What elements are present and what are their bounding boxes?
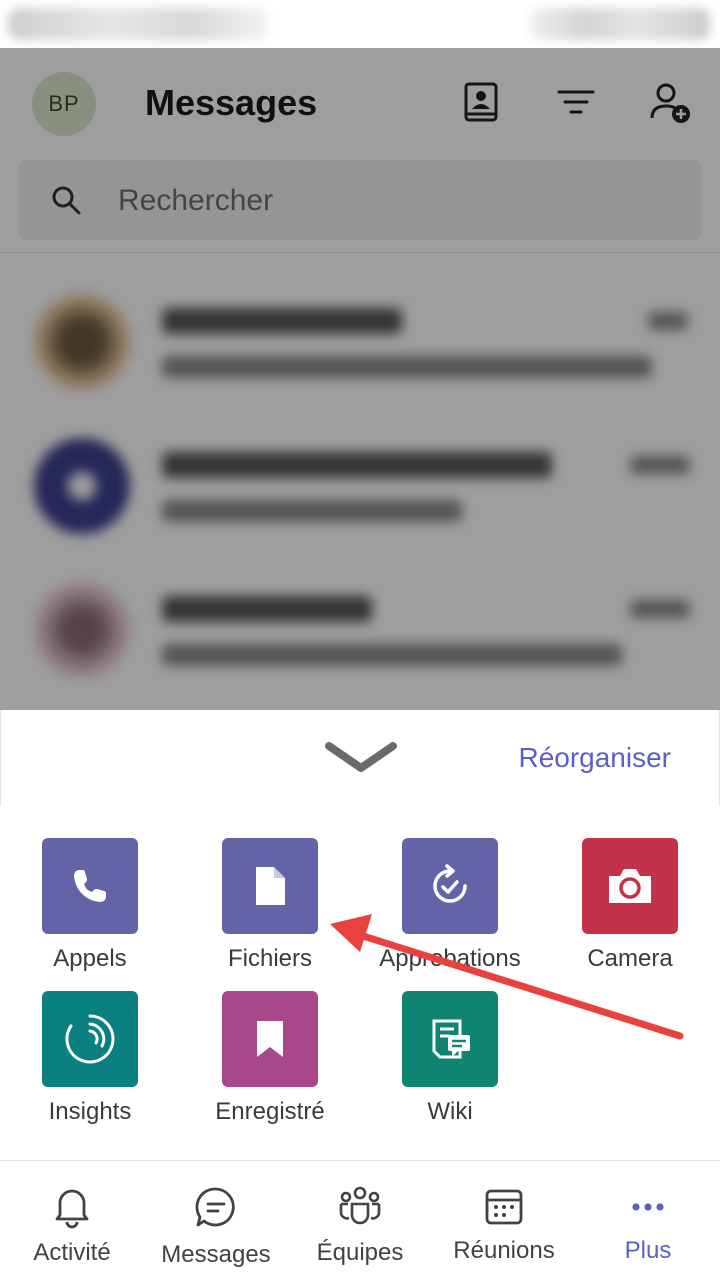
chat-avatar — [34, 582, 130, 678]
bell-icon — [55, 1189, 89, 1229]
chat-preview-blurred — [162, 356, 652, 378]
chat-icon — [195, 1187, 235, 1227]
divider — [0, 252, 720, 253]
more-apps-sheet: Réorganiser Appels Fichiers Approbations… — [0, 710, 720, 1160]
app-tile-appels[interactable]: Appels — [0, 838, 180, 988]
chat-name-blurred — [162, 308, 402, 334]
nav-label: Équipes — [316, 1239, 404, 1266]
nav-label: Réunions — [453, 1237, 555, 1264]
app-tile-label: Insights — [48, 1098, 132, 1125]
wiki-icon — [432, 1019, 470, 1059]
nav-label: Messages — [161, 1241, 271, 1268]
chat-time-blurred — [648, 312, 688, 330]
status-bar-left-blurred — [8, 8, 268, 40]
app-tile-label: Approbations — [379, 945, 521, 972]
nav-item-messages[interactable]: Messages — [144, 1161, 288, 1280]
insights-icon — [65, 1014, 115, 1064]
page-title: Messages — [145, 82, 318, 123]
app-tile-enregistre[interactable]: Enregistré — [180, 991, 360, 1141]
add-person-icon[interactable] — [648, 80, 692, 124]
app-tile-wiki[interactable]: Wiki — [360, 991, 540, 1141]
nav-item-activite[interactable]: Activité — [0, 1161, 144, 1280]
chat-list-item[interactable] — [0, 418, 720, 558]
app-tile-label: Fichiers — [227, 945, 312, 972]
more-icon — [632, 1203, 664, 1211]
chat-avatar — [34, 438, 130, 534]
app-tile-icon-bg — [42, 838, 138, 934]
app-tile-fichiers[interactable]: Fichiers — [180, 838, 360, 988]
bottom-nav: Activité Messages Équipes Réunions Plus — [0, 1160, 720, 1280]
chevron-down-icon[interactable] — [323, 740, 399, 774]
app-tile-icon-bg — [402, 991, 498, 1087]
app-tile-icon-bg — [42, 991, 138, 1087]
chat-time-blurred — [630, 600, 690, 618]
nav-item-equipes[interactable]: Équipes — [288, 1161, 432, 1280]
search-placeholder: Rechercher — [118, 184, 274, 217]
chat-name-blurred — [162, 452, 552, 478]
phone-icon — [74, 870, 106, 902]
app-tile-camera[interactable]: Camera — [540, 838, 720, 988]
chat-list-item[interactable] — [0, 562, 720, 702]
app-tile-icon-bg — [402, 838, 498, 934]
chat-name-blurred — [162, 596, 372, 622]
nav-label: Plus — [624, 1237, 672, 1264]
app-tile-icon-bg — [582, 838, 678, 934]
app-header: BP Messages — [0, 48, 720, 158]
chat-list-item[interactable] — [0, 274, 720, 414]
nav-item-reunions[interactable]: Réunions — [432, 1161, 576, 1280]
reorganize-button[interactable]: Réorganiser — [518, 742, 671, 774]
app-tile-icon-bg — [222, 838, 318, 934]
avatar[interactable]: BP — [32, 72, 96, 136]
calendar-icon — [485, 1189, 523, 1225]
teams-icon — [339, 1186, 381, 1225]
app-tile-insights[interactable]: Insights — [0, 991, 180, 1141]
app-tile-label: Wiki — [427, 1098, 473, 1125]
messages-screen: BP Messages Rechercher — [0, 48, 720, 710]
app-tile-label: Enregistré — [215, 1098, 325, 1125]
chat-preview-blurred — [162, 500, 462, 522]
approvals-icon — [433, 864, 467, 903]
contacts-icon[interactable] — [459, 80, 503, 124]
chat-time-blurred — [630, 456, 690, 474]
nav-item-plus[interactable]: Plus — [576, 1161, 720, 1280]
chat-preview-blurred — [162, 644, 622, 666]
search-bar[interactable]: Rechercher — [18, 160, 702, 240]
app-tile-label: Camera — [587, 945, 673, 972]
bookmark-icon — [257, 1021, 283, 1057]
search-icon — [52, 186, 81, 215]
app-tile-icon-bg — [222, 991, 318, 1087]
camera-icon — [609, 869, 651, 903]
app-tile-label: Appels — [53, 945, 127, 972]
filter-icon[interactable] — [554, 80, 598, 124]
app-tile-approbations[interactable]: Approbations — [360, 838, 540, 988]
chat-avatar — [34, 294, 130, 390]
status-bar-right-blurred — [530, 8, 710, 40]
sheet-header: Réorganiser — [0, 710, 720, 806]
status-bar — [0, 0, 720, 48]
avatar-initials: BP — [48, 91, 80, 116]
nav-label: Activité — [33, 1239, 111, 1266]
file-icon — [256, 867, 285, 905]
